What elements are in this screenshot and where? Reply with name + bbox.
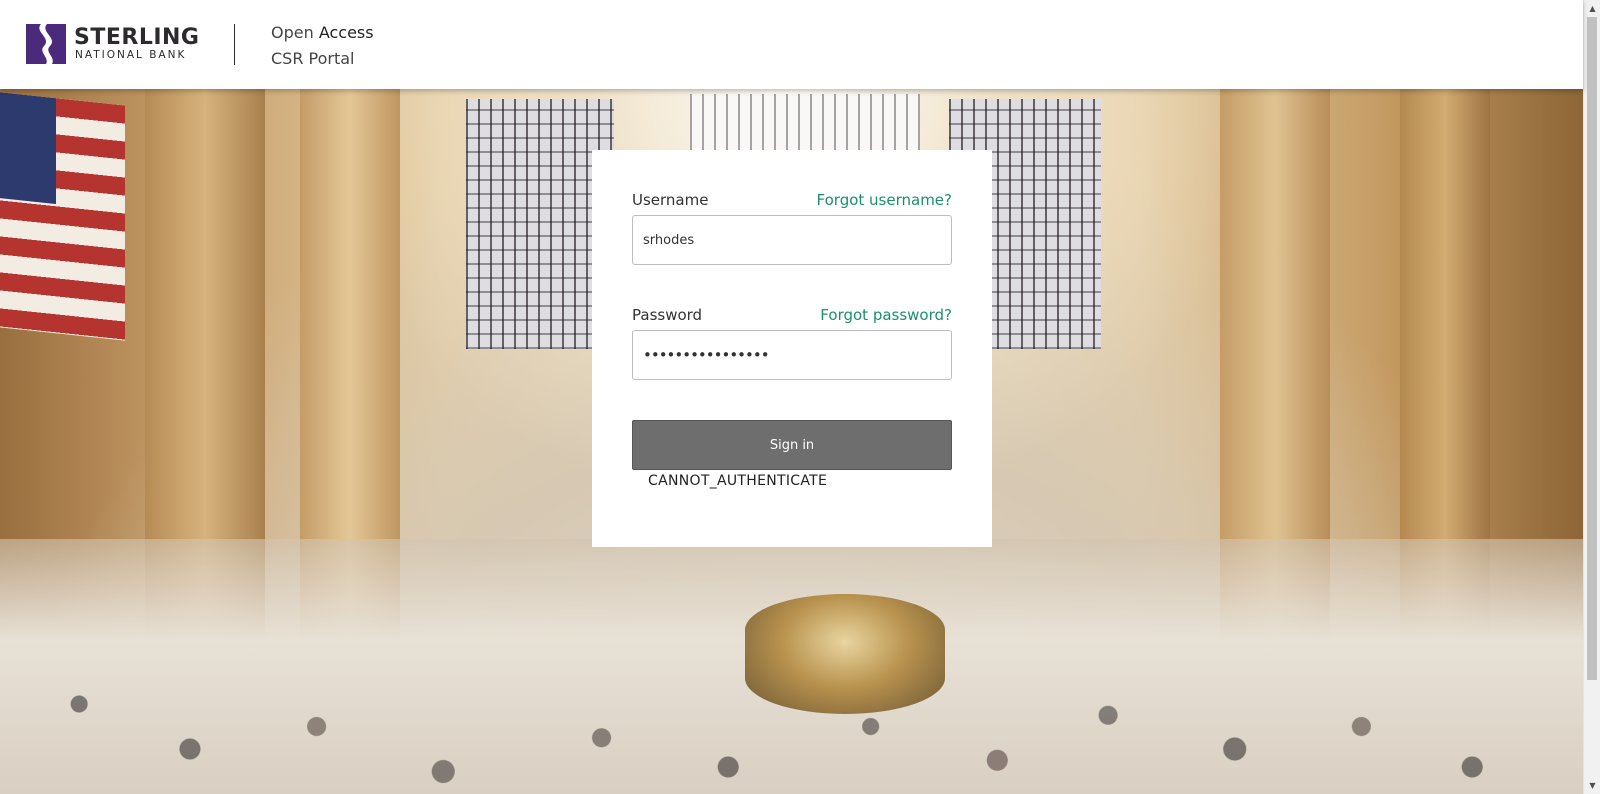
forgot-username-link[interactable]: Forgot username? — [817, 191, 952, 209]
sign-in-button[interactable]: Sign in — [632, 420, 952, 470]
scroll-up-arrow-icon[interactable]: ▲ — [1584, 0, 1600, 17]
background-flag — [0, 92, 125, 341]
header-divider — [234, 24, 235, 65]
background-kiosk — [745, 594, 945, 714]
forgot-password-link[interactable]: Forgot password? — [820, 306, 952, 324]
scroll-down-arrow-icon[interactable]: ▼ — [1584, 777, 1600, 794]
error-message: CANNOT_AUTHENTICATE — [648, 473, 828, 489]
username-label: Username — [632, 191, 709, 209]
sterling-s-mark-icon — [26, 24, 66, 64]
vertical-scrollbar[interactable]: ▲ ▼ — [1583, 0, 1600, 794]
portal-name: Open Access — [271, 20, 374, 46]
portal-subtitle: CSR Portal — [271, 49, 355, 68]
logo-name: STERLING — [74, 25, 200, 50]
portal-word-open: Open — [271, 23, 314, 42]
login-card: Username Forgot username? Password Forgo… — [592, 150, 992, 547]
portal-title: Open Access CSR Portal — [271, 20, 374, 72]
portal-word-access: Access — [318, 23, 374, 42]
password-label: Password — [632, 306, 703, 324]
password-input[interactable] — [632, 330, 952, 380]
scroll-thumb[interactable] — [1587, 17, 1597, 680]
logo-subname: NATIONAL BANK — [75, 49, 187, 61]
username-input[interactable] — [632, 215, 952, 265]
sterling-logo[interactable]: STERLING NATIONAL BANK — [26, 24, 206, 66]
site-header: STERLING NATIONAL BANK Open Access CSR P… — [0, 0, 1583, 89]
